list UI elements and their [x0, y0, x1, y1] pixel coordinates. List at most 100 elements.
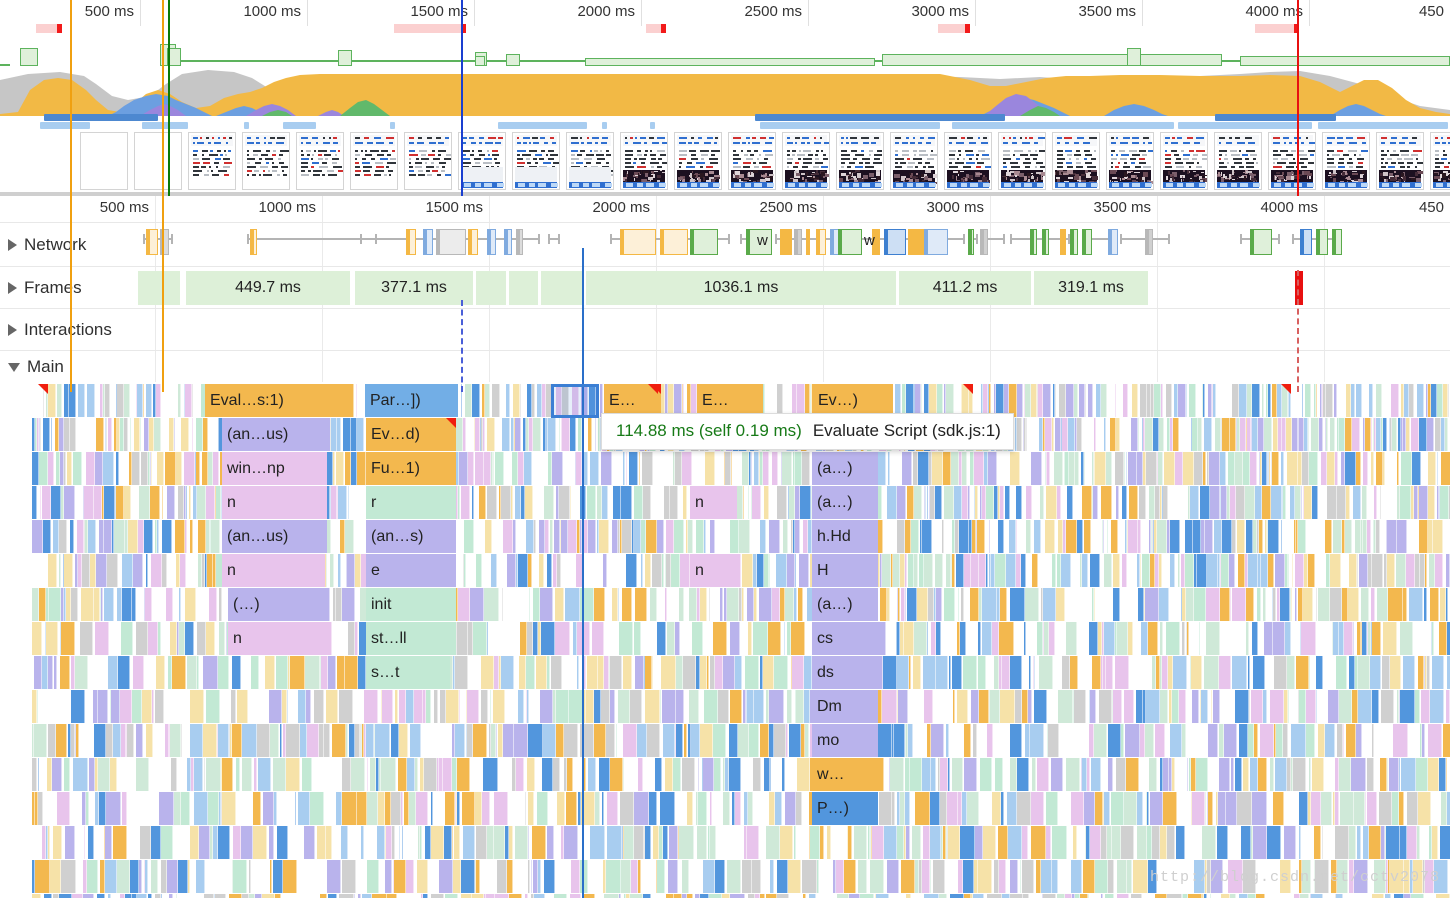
flame-block[interactable] — [676, 690, 684, 723]
flame-block[interactable] — [1392, 792, 1399, 825]
flame-block[interactable] — [276, 656, 288, 689]
flame-block-labeled[interactable]: Ev…d) — [366, 418, 456, 451]
flame-block[interactable] — [962, 452, 967, 485]
flame-block[interactable] — [820, 826, 824, 859]
flame-block[interactable] — [959, 520, 969, 553]
flame-block[interactable] — [387, 894, 397, 898]
flame-block[interactable] — [473, 622, 487, 655]
flame-block[interactable] — [621, 860, 631, 893]
flame-block[interactable] — [494, 826, 505, 859]
flame-block[interactable] — [118, 656, 130, 689]
flame-block[interactable] — [564, 724, 578, 757]
flame-block[interactable] — [715, 656, 723, 689]
flame-block[interactable] — [242, 758, 252, 791]
flame-block[interactable] — [727, 860, 741, 893]
flame-block[interactable] — [1010, 656, 1022, 689]
flame-block[interactable] — [634, 622, 641, 655]
flame-block[interactable] — [1298, 520, 1306, 553]
flame-block[interactable] — [218, 656, 229, 689]
flame-block[interactable] — [1010, 452, 1020, 485]
flame-block[interactable] — [878, 724, 892, 757]
flame-block[interactable] — [1251, 690, 1263, 723]
network-request[interactable] — [1030, 229, 1037, 255]
flame-block[interactable] — [1073, 826, 1077, 859]
flame-block[interactable] — [713, 622, 727, 655]
flame-block[interactable] — [459, 690, 460, 723]
flame-block[interactable] — [1047, 452, 1050, 485]
flame-block[interactable] — [1131, 894, 1142, 898]
flame-block[interactable] — [528, 860, 530, 893]
flame-block[interactable] — [1372, 894, 1384, 898]
flame-block[interactable] — [1271, 486, 1282, 519]
flame-block[interactable] — [992, 792, 1001, 825]
flame-block[interactable] — [669, 826, 678, 859]
flame-block[interactable] — [720, 588, 723, 621]
flame-block[interactable] — [723, 792, 730, 825]
flame-block[interactable] — [935, 486, 942, 519]
flame-block[interactable] — [730, 622, 740, 655]
flame-block[interactable] — [1349, 554, 1357, 587]
flame-block[interactable] — [203, 656, 218, 689]
flame-block[interactable] — [870, 860, 884, 893]
flame-block[interactable] — [673, 758, 681, 791]
flame-block[interactable] — [262, 894, 275, 898]
flame-block[interactable] — [1017, 384, 1023, 417]
flame-block[interactable] — [748, 894, 755, 898]
flame-block[interactable] — [533, 418, 541, 451]
flame-block[interactable] — [948, 826, 960, 859]
flame-block[interactable] — [1023, 894, 1029, 898]
flame-block[interactable] — [1445, 418, 1448, 451]
flame-block[interactable] — [357, 452, 366, 485]
flame-block[interactable] — [1309, 452, 1318, 485]
flame-block[interactable] — [710, 826, 716, 859]
flame-block[interactable] — [1201, 690, 1208, 723]
flame-block[interactable] — [506, 384, 510, 417]
frames-area[interactable]: 449.7 ms 377.1 ms 1036.1 ms 411.2 ms 319.1 m… — [0, 267, 1450, 309]
flame-block[interactable] — [71, 588, 78, 621]
flame-block[interactable] — [1167, 894, 1182, 898]
flame-block[interactable] — [367, 758, 368, 791]
flame-block[interactable] — [1095, 860, 1108, 893]
flame-block[interactable] — [594, 724, 606, 757]
flame-block[interactable] — [592, 622, 604, 655]
flame-block[interactable] — [1037, 758, 1049, 791]
flame-block[interactable] — [610, 690, 615, 723]
flame-block[interactable] — [269, 826, 274, 859]
flame-block[interactable] — [347, 554, 355, 587]
flame-block[interactable] — [80, 622, 93, 655]
flame-block[interactable] — [742, 588, 744, 621]
flame-block[interactable] — [139, 486, 150, 519]
flame-block[interactable] — [194, 758, 203, 791]
flame-block[interactable] — [1218, 792, 1226, 825]
flame-block[interactable] — [884, 826, 897, 859]
flame-block[interactable] — [1052, 860, 1058, 893]
flame-block[interactable] — [410, 724, 421, 757]
flame-block[interactable] — [1268, 554, 1274, 587]
flame-block[interactable] — [805, 724, 809, 757]
flame-block[interactable] — [1138, 520, 1141, 553]
flame-block[interactable] — [59, 520, 67, 553]
flame-block[interactable] — [465, 384, 472, 417]
flame-block[interactable] — [649, 792, 657, 825]
flame-block[interactable] — [905, 554, 907, 587]
flame-block[interactable] — [1250, 452, 1257, 485]
flame-block[interactable] — [774, 724, 786, 757]
flame-block[interactable] — [1334, 384, 1337, 417]
flame-block[interactable] — [509, 826, 513, 859]
flame-block[interactable] — [249, 860, 251, 893]
flame-block[interactable] — [1203, 452, 1206, 485]
flame-block[interactable] — [645, 656, 652, 689]
flame-block[interactable] — [754, 690, 764, 723]
flame-block[interactable] — [511, 486, 513, 519]
flame-block[interactable] — [146, 554, 148, 587]
flame-block[interactable] — [98, 758, 110, 791]
filmstrip-frame[interactable] — [620, 132, 668, 190]
flame-block[interactable] — [542, 758, 553, 791]
flame-block[interactable] — [958, 588, 959, 621]
flame-block[interactable] — [144, 520, 153, 553]
flame-block[interactable] — [1283, 486, 1286, 519]
flame-block[interactable] — [890, 758, 904, 791]
flame-block[interactable] — [911, 520, 919, 553]
flame-block[interactable] — [836, 860, 844, 893]
flame-block[interactable] — [1192, 690, 1199, 723]
